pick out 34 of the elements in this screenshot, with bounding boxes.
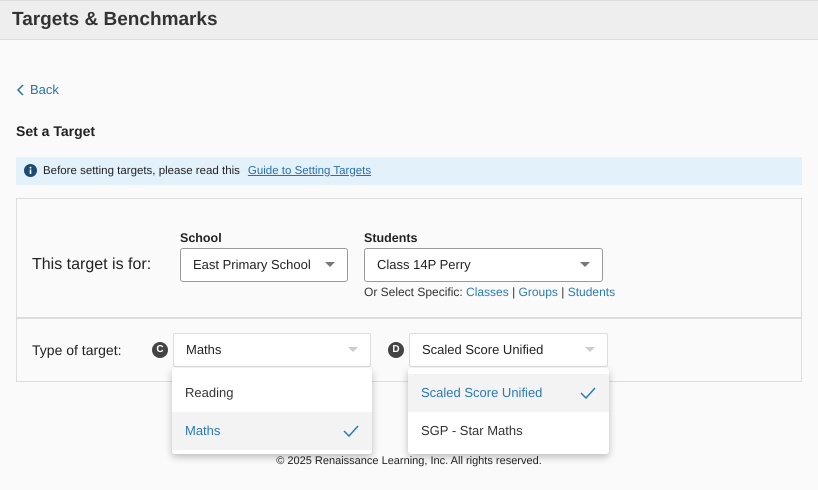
section-heading: Set a Target xyxy=(16,122,96,138)
filter-link[interactable]: Groups xyxy=(518,284,558,298)
separator: | xyxy=(561,284,564,298)
students-select[interactable]: Class 14P Perry xyxy=(364,248,603,282)
step-badge: D xyxy=(388,342,404,358)
separator: | xyxy=(512,284,516,298)
filter-link[interactable]: Students xyxy=(568,284,616,298)
dropdown-option[interactable]: Scaled Score Unified xyxy=(408,374,609,412)
back-link[interactable]: Back xyxy=(16,82,59,97)
dropdown-option[interactable]: Maths xyxy=(172,412,372,450)
dropdown-option[interactable]: SGP - Star Maths xyxy=(408,412,609,450)
select-specific-label: Or Select Specific: xyxy=(364,284,463,298)
chevron-left-icon xyxy=(16,84,24,96)
dropdown-option[interactable]: Reading xyxy=(172,374,372,412)
caret-icon xyxy=(325,262,335,267)
students-label: Students xyxy=(364,230,418,244)
dropdown-select[interactable]: Scaled Score Unified xyxy=(409,332,608,366)
caret-icon xyxy=(348,347,358,352)
step-badge: C xyxy=(152,342,168,358)
dropdown-select[interactable]: Maths xyxy=(173,332,371,366)
school-select[interactable]: East Primary School xyxy=(180,248,348,282)
caret-icon xyxy=(585,347,595,352)
check-icon xyxy=(580,386,596,398)
copyright-text: © 2025 Renaissance Learning, Inc. All rights reserved. xyxy=(276,455,542,467)
guide-link[interactable]: Guide to Setting Targets xyxy=(248,164,372,176)
page-title: Targets & Benchmarks xyxy=(12,9,218,31)
info-icon xyxy=(24,164,37,177)
field-label: This target is for: xyxy=(32,256,152,274)
filter-link[interactable]: Classes xyxy=(466,284,509,298)
check-icon xyxy=(343,424,359,436)
field-label: Type of target: xyxy=(32,342,122,358)
caret-icon xyxy=(580,262,590,267)
notice-text: Before setting targets, please read this xyxy=(43,164,240,176)
school-label: School xyxy=(180,230,223,244)
